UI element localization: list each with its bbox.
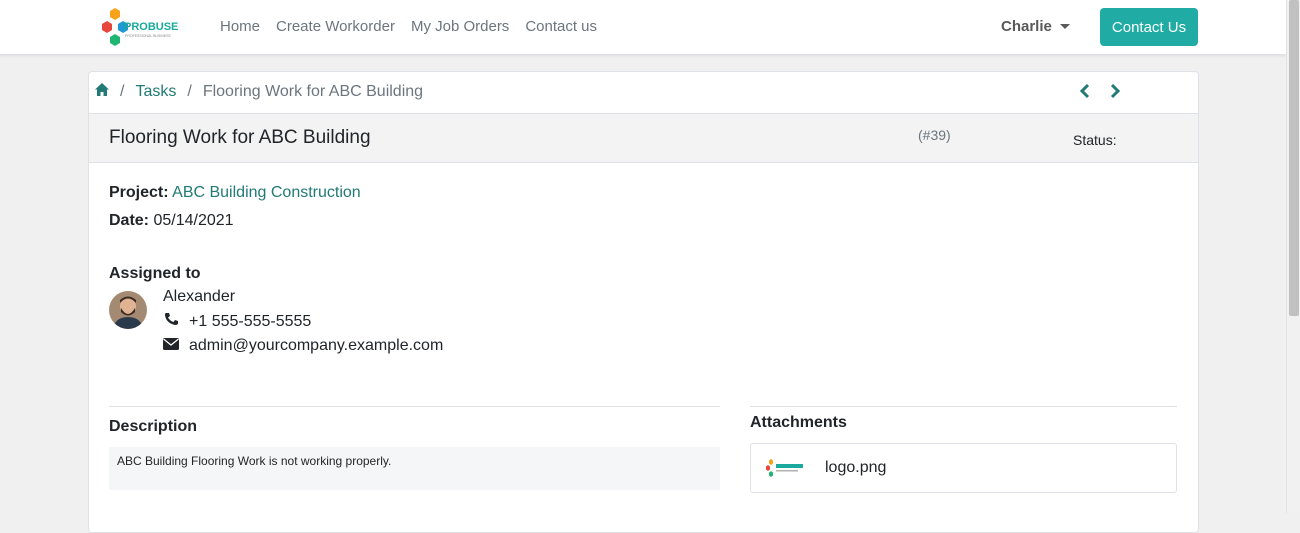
record-pager (1079, 83, 1121, 99)
home-icon[interactable] (95, 83, 109, 101)
breadcrumb-separator: / (120, 83, 125, 100)
chevron-down-icon (1059, 24, 1070, 29)
assigned-heading: Assigned to (109, 265, 201, 282)
attachment-item[interactable]: logo.png (750, 443, 1177, 493)
task-title: Flooring Work for ABC Building (109, 127, 371, 148)
attachments-heading: Attachments (750, 414, 847, 431)
logo-tagline: PROFESSIONAL BUSINESS (125, 34, 171, 38)
description-divider (109, 406, 720, 407)
probuse-logo[interactable]: PROBUSE PROFESSIONAL BUSINESS (100, 6, 180, 48)
task-reference: (#39) (918, 127, 951, 143)
breadcrumb-separator: / (187, 83, 192, 100)
nav-create-workorder[interactable]: Create Workorder (276, 18, 395, 35)
date-value: 05/14/2021 (153, 212, 234, 229)
contact-us-button[interactable]: Contact Us (1100, 8, 1198, 46)
logo-text: PROBUSE (124, 21, 178, 33)
nav-my-job-orders[interactable]: My Job Orders (411, 18, 509, 35)
assignee-phone-row: +1 555-555-5555 (163, 312, 311, 331)
assignee-email-row: admin@yourcompany.example.com (163, 337, 443, 355)
task-header: Flooring Work for ABC Building (#39) Sta… (89, 113, 1198, 163)
attachment-thumbnail (766, 459, 803, 477)
top-navbar: PROBUSE PROFESSIONAL BUSINESS Home Creat… (0, 0, 1286, 55)
attachments-divider (750, 406, 1177, 407)
nav-contact-us[interactable]: Contact us (525, 18, 597, 35)
chevron-left-icon[interactable] (1079, 83, 1091, 99)
project-label: Project: (109, 184, 169, 201)
nav-home[interactable]: Home (220, 18, 260, 35)
date-label: Date: (109, 212, 150, 229)
description-text: ABC Building Flooring Work is not workin… (117, 454, 392, 468)
user-menu[interactable]: Charlie (1001, 18, 1070, 35)
description-box: ABC Building Flooring Work is not workin… (109, 447, 720, 490)
date-row: Date: 05/14/2021 (109, 212, 234, 230)
assignee-email[interactable]: admin@yourcompany.example.com (189, 337, 443, 355)
user-name: Charlie (1001, 18, 1052, 35)
breadcrumb: / Tasks / Flooring Work for ABC Building (95, 83, 423, 101)
nav-links: Home Create Workorder My Job Orders Cont… (220, 18, 597, 35)
project-link[interactable]: ABC Building Construction (172, 184, 361, 201)
avatar (109, 291, 147, 329)
phone-icon (163, 312, 179, 331)
assignee-phone: +1 555-555-5555 (189, 312, 312, 330)
page-scrollbar[interactable] (1286, 0, 1300, 513)
scrollbar-thumb[interactable] (1289, 0, 1299, 316)
assignee-name-row: Alexander (163, 288, 235, 306)
status-label: Status: (1073, 132, 1117, 148)
attachment-filename[interactable]: logo.png (825, 459, 886, 477)
task-card: / Tasks / Flooring Work for ABC Building… (88, 71, 1199, 533)
breadcrumb-tasks[interactable]: Tasks (135, 83, 176, 101)
assignee-name: Alexander (163, 288, 236, 305)
breadcrumb-current: Flooring Work for ABC Building (202, 83, 424, 100)
envelope-icon (163, 337, 179, 355)
project-row: Project: ABC Building Construction (109, 184, 361, 202)
description-heading: Description (109, 418, 198, 435)
chevron-right-icon[interactable] (1109, 83, 1121, 99)
